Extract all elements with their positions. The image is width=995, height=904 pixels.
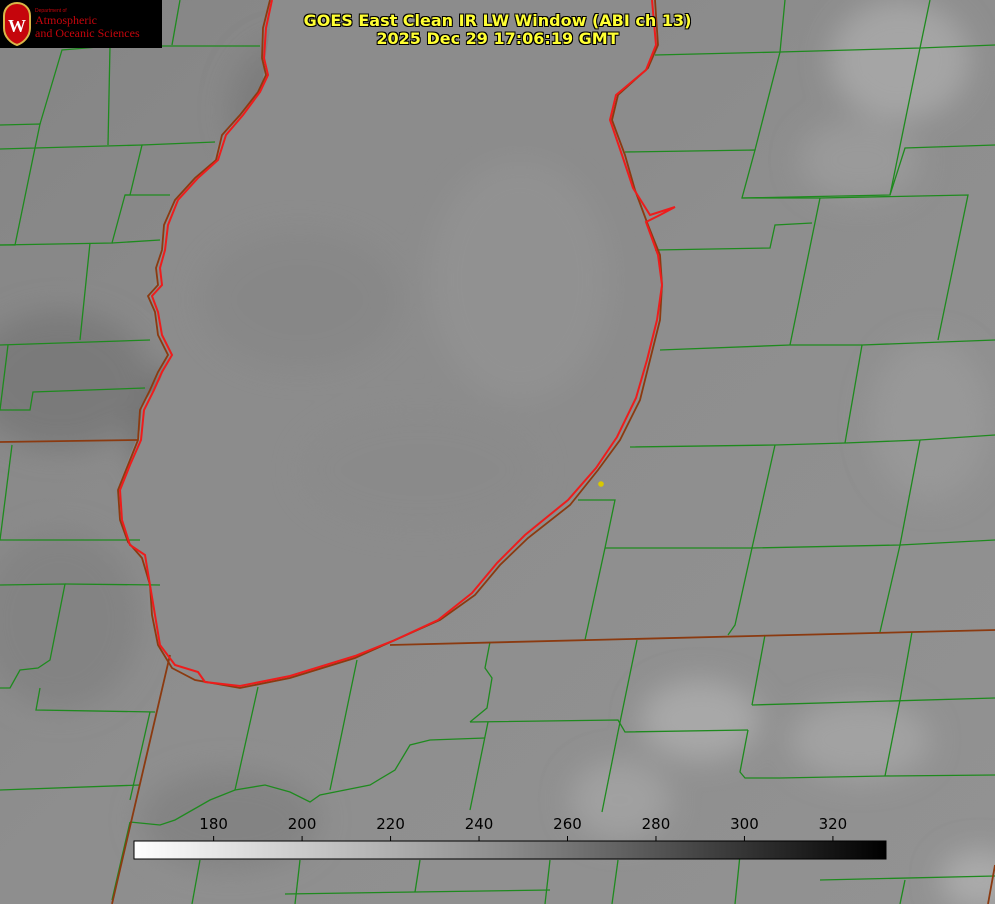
satellite-image bbox=[0, 0, 995, 904]
svg-text:W: W bbox=[8, 16, 26, 36]
uw-crest-icon: W bbox=[3, 2, 31, 46]
logo-line-2: and Oceanic Sciences bbox=[35, 26, 140, 40]
aos-logo: W Department of Atmospheric and Oceanic … bbox=[0, 0, 162, 48]
satellite-map-view: GOES East Clean IR LW Window (ABI ch 13)… bbox=[0, 0, 995, 904]
station-marker bbox=[598, 481, 604, 487]
